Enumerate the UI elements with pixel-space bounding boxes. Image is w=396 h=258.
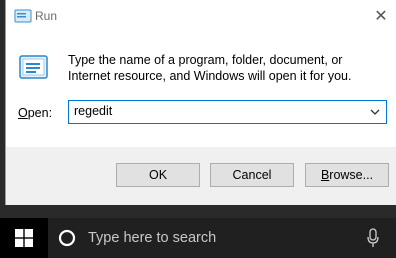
open-label-rest: pen: [27,106,53,120]
close-button[interactable]: ✕ [366,0,396,32]
taskbar-search-box[interactable]: Type here to search [48,218,396,258]
screen: Run ✕ Type the name of a program, folder… [0,0,396,258]
open-label-mnemonic: O [18,106,28,120]
window-title: Run [35,9,58,23]
title-bar[interactable]: Run ✕ [6,0,396,32]
browse-mnemonic: B [320,168,330,182]
cortana-circle-icon [58,229,76,247]
run-dialog: Run ✕ Type the name of a program, folder… [5,0,396,205]
run-icon [14,9,32,23]
description-text: Type the name of a program, folder, docu… [68,53,352,83]
windows-logo-icon[interactable] [15,229,33,247]
taskbar: Type here to search [0,218,396,258]
search-placeholder: Type here to search [88,230,217,246]
open-label: Open: [18,106,52,120]
dialog-body: Type the name of a program, folder, docu… [6,32,396,147]
chevron-down-icon[interactable] [369,106,381,118]
browse-button[interactable]: Browse... [305,163,389,187]
cancel-button[interactable]: Cancel [210,163,294,187]
open-input[interactable]: regedit [74,104,112,118]
open-combobox[interactable]: regedit [68,100,387,124]
run-icon [19,55,48,79]
ok-button[interactable]: OK [116,163,200,187]
close-icon: ✕ [374,8,388,25]
microphone-icon[interactable] [366,228,380,248]
button-bar: OK Cancel Browse... [6,147,396,205]
browse-label-rest: rowse... [329,168,374,182]
